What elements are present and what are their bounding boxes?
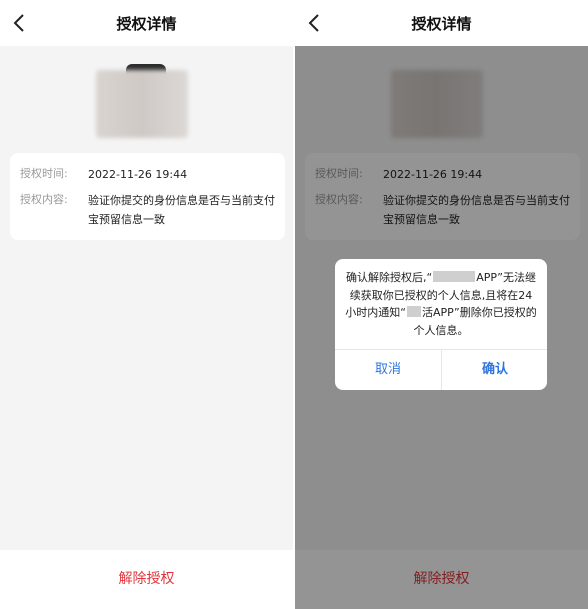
redacted-app-name-2 [407, 306, 421, 317]
confirm-button[interactable]: 确认 [442, 349, 547, 390]
auth-time-value: 2022-11-26 19:44 [88, 168, 188, 181]
page-title: 授权详情 [411, 15, 472, 33]
dialog-message: 确认解除授权后,“ APP”无法继续获取你已授权的个人信息,且将在24小时内通知“… [345, 269, 537, 339]
left-screen: 授权详情 授权时间: 2022-11-26 19:44 授权内容: 验证你提交的… [0, 0, 293, 609]
right-screen: 授权详情 授权时间: 2022-11-26 19:44 授权内容: 验证你提交的… [295, 0, 588, 609]
redacted-app-name [433, 271, 476, 282]
auth-time-label: 授权时间: [20, 167, 68, 180]
revoke-authorization-button[interactable]: 解除授权 [0, 568, 293, 588]
auth-content-label: 授权内容: [20, 193, 68, 206]
nav-bar: 授权详情 [295, 0, 588, 46]
cancel-button[interactable]: 取消 [335, 349, 441, 390]
dialog-message-part1: 确认解除授权后,“ [346, 271, 433, 284]
blurred-logo-image [96, 70, 188, 138]
dialog-message-part3: 活APP”删除你已授权的个人信息。 [413, 306, 537, 337]
confirm-revoke-dialog: 确认解除授权后,“ APP”无法继续获取你已授权的个人信息,且将在24小时内通知“… [335, 259, 547, 390]
authorization-info-card: 授权时间: 2022-11-26 19:44 授权内容: 验证你提交的身份信息是… [10, 153, 285, 240]
nav-bar: 授权详情 [0, 0, 293, 46]
app-logo [96, 64, 188, 138]
bottom-bar: 解除授权 [0, 550, 293, 609]
auth-content-value: 验证你提交的身份信息是否与当前支付宝预留信息一致 [88, 194, 275, 226]
page-title: 授权详情 [116, 15, 177, 33]
